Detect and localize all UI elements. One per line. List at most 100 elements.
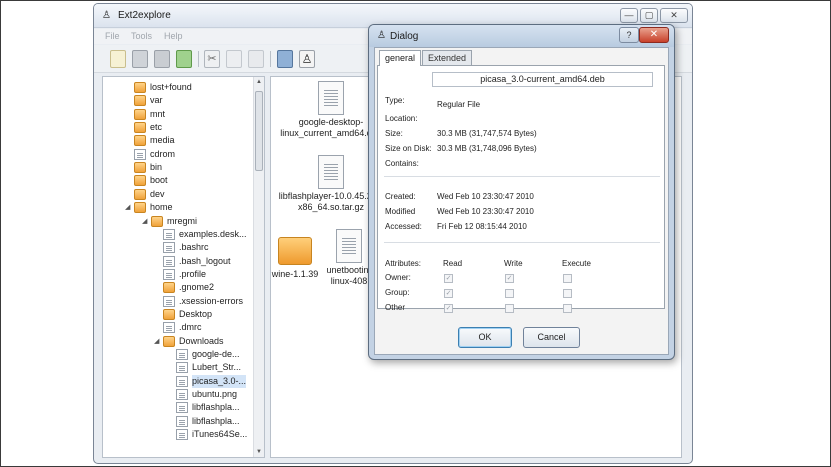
tree-item[interactable]: media — [134, 134, 253, 147]
accessed-value: Fri Feb 12 08:15:44 2010 — [437, 222, 527, 231]
tree-item[interactable]: picasa_3.0-... — [176, 374, 253, 388]
tree-item[interactable]: .bash_logout — [163, 255, 253, 268]
other-read-checkbox[interactable]: ✓ — [444, 304, 453, 313]
folder-icon — [134, 175, 146, 187]
new-icon[interactable] — [110, 50, 126, 68]
menu-help[interactable]: Help — [164, 31, 183, 41]
tree-item[interactable]: ◢ mregmi — [142, 215, 253, 228]
owner-execute-checkbox[interactable] — [563, 274, 572, 283]
tree-item[interactable]: cdrom — [134, 148, 253, 161]
ok-button[interactable]: OK — [458, 327, 512, 348]
type-label: Type: — [385, 96, 405, 105]
scroll-thumb[interactable] — [255, 91, 263, 171]
folder-icon — [151, 215, 163, 227]
file-icon — [176, 349, 188, 360]
folder-icon — [163, 282, 175, 294]
owner-write-checkbox[interactable]: ✓ — [505, 274, 514, 283]
file-item[interactable]: wine-1.1.39 — [271, 231, 319, 280]
file-icon — [176, 415, 188, 427]
tree-item-label: bin — [150, 162, 163, 173]
dialog-close-button[interactable]: ✕ — [639, 27, 669, 43]
tree-item[interactable]: .dmrc — [163, 321, 253, 334]
export-icon[interactable] — [176, 50, 192, 68]
other-execute-checkbox[interactable] — [563, 304, 572, 313]
save-icon[interactable] — [154, 50, 170, 68]
dialog-body: general Extended picasa_3.0-current_amd6… — [374, 47, 669, 355]
tree-item[interactable]: Lubert_Str... — [176, 361, 253, 374]
tab-general[interactable]: general — [379, 50, 421, 66]
disk-icon[interactable] — [132, 50, 148, 68]
folder-icon — [134, 162, 146, 174]
tree-item[interactable]: .bashrc — [163, 241, 253, 254]
linux-penguin-icon[interactable]: ♙ — [299, 50, 315, 68]
filename-field[interactable]: picasa_3.0-current_amd64.deb — [432, 72, 653, 87]
tree-item[interactable]: google-de... — [176, 348, 253, 361]
modified-value: Wed Feb 10 23:30:47 2010 — [437, 207, 534, 216]
attributes-label: Attributes: — [385, 259, 422, 268]
tree-item[interactable]: iTunes64Se... — [176, 428, 253, 441]
tree-item[interactable]: Desktop — [163, 308, 253, 321]
penguin-icon: ♙ — [377, 30, 386, 41]
tree-item[interactable]: .gnome2 — [163, 281, 253, 294]
expand-toggle-icon[interactable]: ◢ — [154, 335, 159, 348]
other-write-checkbox[interactable] — [505, 304, 514, 313]
file-icon — [163, 242, 175, 254]
close-button[interactable]: ✕ — [660, 8, 688, 23]
folder-icon — [163, 335, 175, 347]
tree-item[interactable]: mnt — [134, 108, 253, 121]
tree-item[interactable]: ubuntu.png — [176, 388, 253, 401]
group-read-checkbox[interactable]: ✓ — [444, 289, 453, 298]
size-label: Size: — [385, 129, 403, 138]
accessed-label: Accessed: — [385, 222, 422, 231]
expand-toggle-icon[interactable]: ◢ — [142, 215, 147, 228]
tree-item[interactable]: var — [134, 94, 253, 107]
tab-extended[interactable]: Extended — [422, 50, 472, 65]
tree-item[interactable]: libflashpla... — [176, 401, 253, 414]
general-tab-page: picasa_3.0-current_amd64.deb Type: Regul… — [377, 65, 665, 313]
file-icon — [163, 268, 175, 280]
tree-item[interactable]: .xsession-errors — [163, 295, 253, 308]
copy-icon[interactable] — [226, 50, 242, 68]
tree-scrollbar[interactable]: ▲ ▼ — [253, 77, 264, 457]
cancel-button[interactable]: Cancel — [523, 327, 580, 348]
tree-item[interactable]: dev — [134, 188, 253, 201]
menu-tools[interactable]: Tools — [131, 31, 152, 41]
tree-item[interactable]: boot — [134, 174, 253, 187]
group-execute-checkbox[interactable] — [563, 289, 572, 298]
file-icon — [176, 402, 188, 414]
file-icon — [176, 362, 188, 374]
group-write-checkbox[interactable] — [505, 289, 514, 298]
tree-item[interactable]: lost+found — [134, 81, 253, 94]
minimize-button[interactable]: — — [620, 8, 638, 23]
toolbar-separator — [270, 51, 271, 67]
folder-tree[interactable]: lost+found var mnt etc media cdrom bin boot dev ◢… — [102, 76, 265, 458]
maximize-button[interactable]: ▢ — [640, 8, 658, 23]
cut-icon[interactable]: ✂ — [204, 50, 220, 68]
help-button[interactable]: ? — [619, 27, 639, 43]
other-label: Other — [385, 303, 406, 312]
dialog-titlebar[interactable]: ♙ Dialog ? ✕ — [369, 25, 674, 47]
tree-item[interactable]: ◢ Downloads — [154, 335, 253, 348]
menu-file[interactable]: File — [105, 31, 120, 41]
window-title: Ext2explore — [118, 10, 171, 21]
tree-item-label: home — [150, 202, 173, 213]
paste-icon[interactable] — [248, 50, 264, 68]
tree-item[interactable]: examples.desk... — [163, 228, 253, 241]
expand-toggle-icon[interactable]: ◢ — [125, 201, 130, 214]
view-icon[interactable] — [277, 50, 293, 68]
tree-item-label: google-de... — [192, 349, 240, 359]
tree-item[interactable]: libflashpla... — [176, 415, 253, 428]
toolbar-separator — [198, 51, 199, 67]
tree-item[interactable]: bin — [134, 161, 253, 174]
tree-item[interactable]: ◢ home — [125, 201, 253, 214]
scroll-down-icon[interactable]: ▼ — [254, 449, 264, 455]
tree-item[interactable]: etc — [134, 121, 253, 134]
file-icon — [176, 389, 188, 401]
tree-item-label: .gnome2 — [179, 282, 215, 293]
file-icon — [163, 295, 175, 307]
scroll-up-icon[interactable]: ▲ — [254, 79, 264, 85]
tree-item[interactable]: .profile — [163, 268, 253, 281]
owner-read-checkbox[interactable]: ✓ — [444, 274, 453, 283]
owner-label: Owner: — [385, 273, 411, 282]
folder-icon — [134, 188, 146, 200]
